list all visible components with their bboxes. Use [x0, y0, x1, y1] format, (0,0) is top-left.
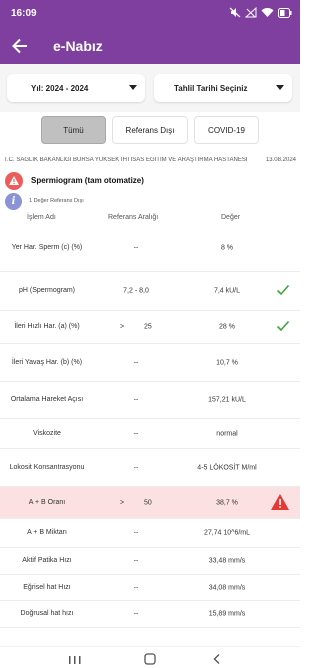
test-value: 15,89 mm/s — [208, 610, 246, 618]
mute-icon — [229, 7, 241, 21]
table-row: Aktif Patika Hızı -- 33,48 mm/s — [0, 548, 300, 575]
status-time: 16:09 — [11, 8, 37, 19]
page-title: e-Nabız — [53, 38, 103, 54]
test-name: Aktif Patika Hızı — [22, 557, 72, 564]
test-name: Yer Har. Sperm (c) (%) — [11, 244, 83, 251]
test-date: 13.08.2024 — [265, 157, 296, 163]
test-group-title: Spermiogram (tam otomatize) — [31, 176, 144, 185]
warning-triangle-icon — [270, 493, 290, 513]
tab-covid-19[interactable]: COVID-19 — [194, 116, 259, 144]
status-icons — [229, 6, 292, 21]
warning-triangle-icon — [9, 176, 19, 185]
test-value: 7,4 kU/L — [213, 287, 241, 295]
test-name: A + B Miktarı — [27, 529, 67, 536]
table-row: İleri Yavaş Har. (b) (%) -- 10,7 % — [0, 344, 300, 382]
test-value: 8 % — [220, 244, 234, 252]
reference-range: -- — [133, 464, 139, 471]
test-value: 34,08 mm/s — [208, 584, 246, 591]
column-header-name: İşlem Adı — [27, 214, 56, 221]
table-row: Lokosit Konsantrasyonu -- 4-5 LÖKOSİT M/… — [0, 449, 300, 487]
test-name: Doğrusal hat hızı — [20, 610, 74, 617]
caret-down-icon — [276, 85, 284, 90]
tab-all[interactable]: Tümü — [41, 116, 106, 144]
table-row-out-of-reference: A + B Oranı > 50 38,7 % — [0, 487, 300, 519]
test-value: 157,21 kU/L — [208, 396, 246, 404]
test-name: Ortalama Hareket Açısı — [10, 396, 84, 403]
test-name: Viskozite — [33, 429, 61, 437]
wifi-icon — [261, 7, 274, 21]
column-header-reference: Referans Aralığı — [108, 214, 159, 221]
filter-bar: Yıl: 2024 - 2024 Tahlil Tarihi Seçiniz — [0, 64, 300, 112]
test-value: 38,7 % — [216, 499, 238, 506]
reference-range: -- — [133, 359, 139, 366]
test-group-header[interactable]: Spermiogram (tam otomatize) — [0, 170, 300, 192]
reference-value: 50 — [144, 499, 152, 506]
info-icon: i — [5, 193, 22, 210]
check-icon — [276, 284, 290, 298]
system-back-button[interactable] — [212, 652, 222, 668]
app-bar: e-Nabız — [0, 28, 300, 64]
arrow-left-icon — [12, 38, 27, 54]
reference-range: -- — [133, 244, 139, 252]
table-row: A + B Miktarı -- 27,74 10^6/mL — [0, 519, 300, 548]
reference-range: -- — [133, 430, 139, 437]
out-of-reference-info: i 1 Değer Referans Dışı — [0, 191, 300, 211]
test-date-select-label: Tahlil Tarihi Seçiniz — [174, 84, 248, 93]
test-value: 4-5 LÖKOSİT M/ml — [197, 464, 257, 471]
test-name: A + B Oranı — [28, 498, 66, 506]
chevron-left-icon — [213, 654, 220, 664]
no-signal-icon — [244, 6, 257, 21]
table-header: İşlem Adı Referans Aralığı Değer — [0, 211, 300, 225]
reference-value: 25 — [144, 323, 152, 331]
out-of-reference-count: 1 Değer Referans Dışı — [29, 198, 84, 204]
check-icon — [276, 320, 290, 334]
column-header-value: Değer — [221, 214, 241, 221]
test-value: 28 % — [219, 323, 235, 331]
year-select[interactable]: Yıl: 2024 - 2024 — [7, 74, 145, 102]
test-date-select[interactable]: Tahlil Tarihi Seçiniz — [154, 74, 292, 102]
table-row: Yer Har. Sperm (c) (%) -- 8 % — [0, 225, 300, 272]
reference-range: -- — [133, 584, 139, 591]
test-name: pH (Spermogram) — [18, 287, 75, 294]
table-row: İleri Hızlı Har. (a) (%) > 25 28 % — [0, 311, 300, 344]
test-value: normal — [216, 430, 238, 437]
square-icon — [144, 653, 156, 665]
reference-operator: > — [120, 499, 125, 506]
home-button[interactable] — [144, 652, 156, 668]
table-row: Eğrisel hat Hızı -- 34,08 mm/s — [0, 575, 300, 601]
test-name: Eğrisel hat Hızı — [23, 583, 71, 591]
reference-range: -- — [133, 610, 139, 618]
table-row: Viskozite -- normal — [0, 419, 300, 449]
test-value: 10,7 % — [216, 359, 238, 366]
reference-range: 7,2 - 8,0 — [123, 287, 149, 295]
system-navigation-bar — [0, 646, 300, 668]
test-name: Lokosit Konsantrasyonu — [9, 463, 85, 471]
reference-range: -- — [133, 396, 139, 404]
institution-header: T.C. SAĞLIK BAKANLIĞI BURSA YÜKSEK İHTİS… — [4, 157, 296, 163]
recent-apps-button[interactable] — [69, 652, 81, 668]
menu-lines-icon — [69, 656, 81, 664]
tab-out-of-reference[interactable]: Referans Dışı — [112, 116, 188, 144]
table-row: Doğrusal hat hızı -- 15,89 mm/s — [0, 601, 300, 628]
warning-badge — [5, 172, 23, 190]
table-row: Ortalama Hareket Açısı -- 157,21 kU/L — [0, 382, 300, 419]
reference-range: -- — [133, 529, 139, 537]
reference-range: -- — [133, 557, 139, 565]
test-value: 33,48 mm/s — [208, 557, 246, 565]
test-value: 27,74 10^6/mL — [203, 529, 251, 537]
institution-name: T.C. SAĞLIK BAKANLIĞI BURSA YÜKSEK İHTİS… — [4, 157, 248, 163]
test-name: İleri Hızlı Har. (a) (%) — [14, 323, 80, 330]
table-row: pH (Spermogram) 7,2 - 8,0 7,4 kU/L — [0, 272, 300, 311]
back-button[interactable] — [10, 36, 30, 56]
battery-icon — [278, 7, 292, 21]
reference-operator: > — [120, 323, 125, 331]
year-select-label: Yıl: 2024 - 2024 — [31, 84, 89, 93]
test-name: İleri Yavaş Har. (b) (%) — [11, 358, 83, 366]
status-bar: 16:09 — [0, 0, 300, 28]
result-tabs: Tümü Referans Dışı COVID-19 — [0, 112, 300, 150]
caret-down-icon — [129, 85, 137, 90]
